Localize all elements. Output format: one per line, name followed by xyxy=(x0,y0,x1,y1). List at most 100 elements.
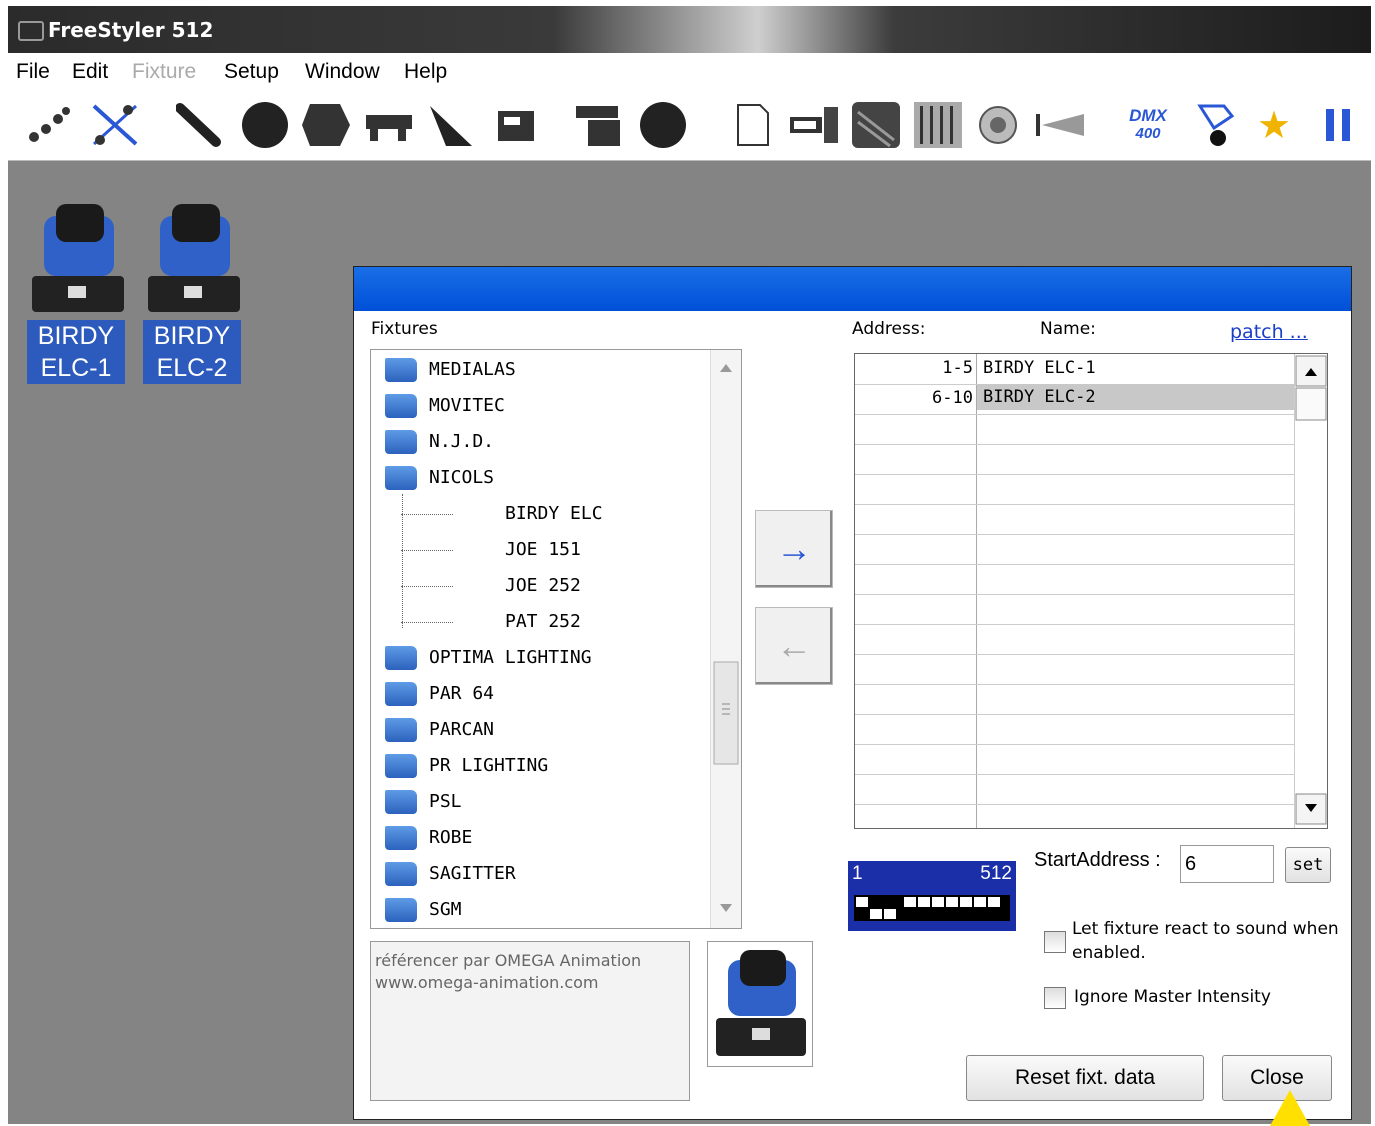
ignore-master-label: Ignore Master Intensity xyxy=(1074,987,1271,1007)
tree-folder[interactable]: MOVITEC xyxy=(371,388,701,424)
tree-folder[interactable]: PSL xyxy=(371,784,701,820)
sequence-icon[interactable] xyxy=(1194,102,1238,148)
table-row xyxy=(855,504,1295,535)
patch-dialog: Fixtures MEDIALAS MOVITEC N.J.D. NICOLS … xyxy=(353,266,1352,1120)
sound-react-line: enabled. xyxy=(1072,943,1146,963)
patch-link[interactable]: patch ... xyxy=(1230,321,1308,343)
folder-icon xyxy=(385,646,417,670)
gobo-icon[interactable] xyxy=(300,102,352,148)
tree-item[interactable]: BIRDY ELC xyxy=(371,496,701,532)
sound-icon[interactable] xyxy=(978,102,1022,148)
menu-fixture: Fixture xyxy=(132,60,197,83)
table-row xyxy=(855,444,1295,475)
fixture-label-line: ELC-2 xyxy=(156,354,228,382)
moving-head-icon[interactable] xyxy=(240,102,290,148)
tree-folder[interactable]: NICOLS xyxy=(371,460,701,496)
tree-folder[interactable]: PR LIGHTING xyxy=(371,748,701,784)
sound-react-checkbox[interactable] xyxy=(1044,931,1066,953)
tree-folder[interactable]: SAGITTER xyxy=(371,856,701,892)
tree-folder[interactable]: N.J.D. xyxy=(371,424,701,460)
favorites-icon[interactable]: ★ xyxy=(1254,102,1294,148)
reset-fixture-data-button[interactable]: Reset fixt. data xyxy=(966,1055,1204,1101)
dmx-400-icon[interactable]: DMX 400 xyxy=(1120,102,1176,148)
patch-list[interactable]: 1-5 BIRDY ELC-1 6-10 BIRDY ELC-2 xyxy=(854,353,1328,829)
tree-item[interactable]: PAT 252 xyxy=(371,604,701,640)
beam-icon[interactable] xyxy=(1034,102,1088,148)
scanners-icon[interactable] xyxy=(26,102,70,148)
description-line: référencer par OMEGA Animation xyxy=(375,951,642,970)
tree-folder[interactable]: OPTIMA LIGHTING xyxy=(371,640,701,676)
fixture-description: référencer par OMEGA Animation www.omega… xyxy=(370,941,690,1101)
table-row xyxy=(855,414,1295,445)
fixture-label-line: ELC-1 xyxy=(40,354,112,382)
light-bar-icon[interactable] xyxy=(426,102,476,148)
toolbar: DMX 400 ★ xyxy=(8,92,1371,161)
cue-icon[interactable] xyxy=(574,102,624,148)
tree-folder[interactable]: ROBE xyxy=(371,820,701,856)
new-page-icon[interactable] xyxy=(734,102,772,148)
folder-icon xyxy=(385,898,417,922)
circle-icon[interactable] xyxy=(638,102,688,148)
fixture-label-2[interactable]: BIRDY ELC-2 xyxy=(143,320,241,384)
scanner-icon[interactable] xyxy=(176,102,224,148)
table-row xyxy=(855,684,1295,715)
address-header: Address: xyxy=(852,319,926,339)
table-row xyxy=(855,534,1295,565)
fixture-label-line: BIRDY xyxy=(37,322,115,350)
tree-item[interactable]: JOE 252 xyxy=(371,568,701,604)
table-row-selected[interactable]: 6-10 BIRDY ELC-2 xyxy=(855,384,1295,415)
folder-icon xyxy=(385,790,417,814)
name-header: Name: xyxy=(1040,319,1096,339)
folder-icon xyxy=(385,430,417,454)
tree-label: OPTIMA LIGHTING xyxy=(429,647,592,668)
dialog-titlebar[interactable] xyxy=(354,267,1351,311)
tree-label: PSL xyxy=(429,791,462,812)
menu-window[interactable]: Window xyxy=(305,60,380,84)
table-row xyxy=(855,594,1295,625)
shutter-icon[interactable] xyxy=(364,102,414,148)
trim-icon[interactable] xyxy=(494,102,538,148)
scanners-cross-icon[interactable] xyxy=(90,102,140,148)
folder-icon xyxy=(385,394,417,418)
table-row[interactable]: 1-5 BIRDY ELC-1 xyxy=(855,354,1295,385)
table-row xyxy=(855,744,1295,775)
moving-head-fixture-icon[interactable] xyxy=(142,198,242,312)
start-address-label: StartAddress : xyxy=(1034,849,1161,871)
patch-list-scrollbar[interactable] xyxy=(1294,354,1327,828)
start-address-input[interactable] xyxy=(1180,845,1274,883)
menu-edit[interactable]: Edit xyxy=(72,60,108,84)
folder-icon xyxy=(385,862,417,886)
folder-icon xyxy=(385,682,417,706)
menu-setup[interactable]: Setup xyxy=(224,60,279,84)
menu-help[interactable]: Help xyxy=(404,60,447,84)
cursor-pointer-icon xyxy=(1270,1090,1310,1126)
window-titlebar[interactable]: FreeStyler 512 xyxy=(8,6,1371,53)
folder-icon xyxy=(385,826,417,850)
tree-connector xyxy=(401,550,453,551)
ignore-master-checkbox[interactable] xyxy=(1044,987,1066,1009)
tree-folder[interactable]: SGM xyxy=(371,892,701,928)
fixture-label-1[interactable]: BIRDY ELC-1 xyxy=(27,320,125,384)
tree-label: JOE 151 xyxy=(505,539,581,560)
tree-folder[interactable]: PARCAN xyxy=(371,712,701,748)
sound-react-label: Let fixture react to sound when enabled. xyxy=(1072,917,1339,965)
pause-icon[interactable] xyxy=(1320,102,1356,148)
tree-item[interactable]: JOE 151 xyxy=(371,532,701,568)
tree-label: MEDIALAS xyxy=(429,359,516,380)
remove-fixture-button[interactable]: ← xyxy=(755,607,833,685)
menu-file[interactable]: File xyxy=(16,60,50,84)
table-row xyxy=(855,474,1295,505)
tree-folder[interactable]: MEDIALAS xyxy=(371,352,701,388)
fixture-tree[interactable]: MEDIALAS MOVITEC N.J.D. NICOLS BIRDY ELC… xyxy=(370,349,742,929)
tree-label: NICOLS xyxy=(429,467,495,488)
dmx-label: DMX xyxy=(1129,106,1167,125)
matrix-icon[interactable] xyxy=(850,102,902,148)
tree-scrollbar[interactable] xyxy=(710,350,741,928)
cue-list-icon[interactable] xyxy=(788,102,842,148)
folder-icon xyxy=(385,718,417,742)
tree-folder[interactable]: PAR 64 xyxy=(371,676,701,712)
moving-head-fixture-icon[interactable] xyxy=(26,198,126,312)
set-button[interactable]: set xyxy=(1285,847,1331,883)
add-fixture-button[interactable]: → xyxy=(755,510,833,588)
faders-icon[interactable] xyxy=(912,102,964,148)
